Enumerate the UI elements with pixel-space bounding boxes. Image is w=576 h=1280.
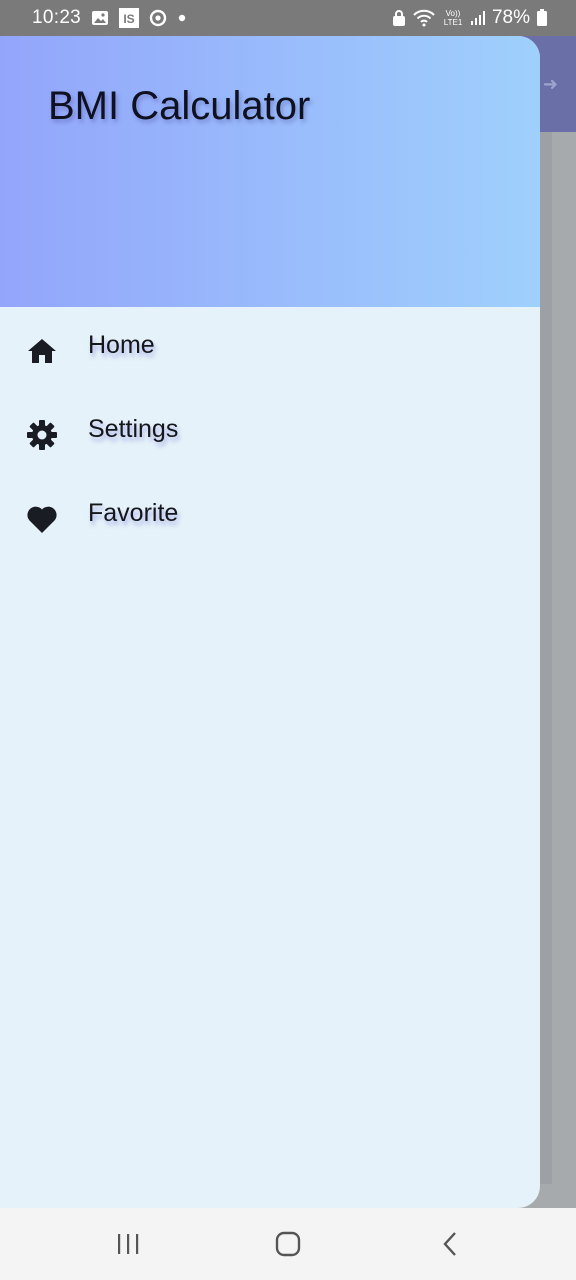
home-button-icon[interactable] bbox=[268, 1226, 308, 1262]
svg-text:Vo)): Vo)) bbox=[446, 9, 461, 18]
home-icon bbox=[26, 335, 58, 367]
wifi-icon bbox=[412, 9, 436, 27]
arrow-icon: ➜ bbox=[542, 74, 558, 94]
signal-icon bbox=[470, 10, 486, 26]
status-time: 10:23 bbox=[32, 7, 82, 28]
svg-text:IS: IS bbox=[123, 12, 134, 26]
is-app-icon: IS bbox=[119, 8, 140, 28]
drawer-item-label: Favorite bbox=[88, 499, 179, 527]
background-content bbox=[540, 132, 552, 1184]
settings-gear-icon bbox=[26, 419, 58, 451]
sync-icon bbox=[149, 9, 167, 27]
battery-percent: 78% bbox=[491, 7, 530, 28]
recent-apps-icon[interactable] bbox=[108, 1226, 148, 1262]
status-left: 10:23 IS bbox=[32, 0, 187, 36]
drawer-item-favorite[interactable]: Favorite bbox=[0, 475, 540, 559]
svg-text:LTE1: LTE1 bbox=[444, 18, 463, 27]
status-right: Vo)) LTE1 78% bbox=[392, 0, 548, 36]
gallery-icon bbox=[91, 10, 109, 26]
drawer-title: BMI Calculator bbox=[48, 84, 311, 128]
drawer-item-settings[interactable]: Settings bbox=[0, 391, 540, 475]
navigation-drawer: BMI Calculator Home Settings Favorite bbox=[0, 36, 540, 1208]
notification-dot-icon bbox=[177, 13, 187, 23]
lock-icon bbox=[392, 9, 406, 27]
drawer-menu-list: Home Settings Favorite bbox=[0, 307, 540, 559]
drawer-item-label: Home bbox=[88, 331, 155, 359]
back-icon[interactable] bbox=[430, 1226, 470, 1262]
status-bar: 10:23 IS Vo)) LTE1 78% bbox=[0, 0, 576, 36]
drawer-item-home[interactable]: Home bbox=[0, 307, 540, 391]
battery-icon bbox=[536, 9, 548, 27]
drawer-item-label: Settings bbox=[88, 415, 179, 443]
heart-icon bbox=[26, 503, 58, 535]
volte-icon: Vo)) LTE1 bbox=[442, 8, 464, 28]
drawer-header: BMI Calculator bbox=[0, 36, 540, 307]
system-navigation-bar bbox=[0, 1208, 576, 1280]
